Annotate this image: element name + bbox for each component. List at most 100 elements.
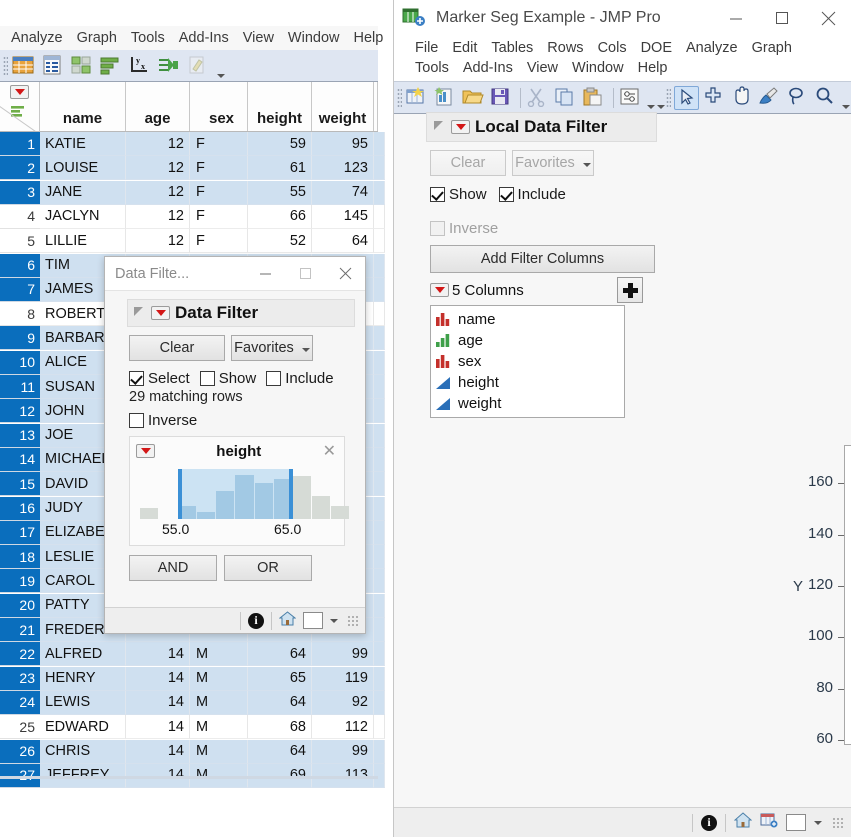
menu-item-help[interactable]: Help	[347, 28, 391, 48]
row-number[interactable]: 8	[0, 302, 40, 326]
paste-icon[interactable]	[581, 86, 606, 110]
column-info-icon[interactable]	[40, 54, 66, 78]
filter-column-item-sex[interactable]: sex	[436, 351, 619, 372]
cell-filler[interactable]	[374, 497, 385, 521]
new-data-table-icon[interactable]	[11, 54, 37, 78]
plot-frame[interactable]	[844, 445, 851, 745]
cell-filler[interactable]	[374, 594, 385, 618]
cell-weight[interactable]: 112	[312, 715, 374, 739]
row-number[interactable]: 13	[0, 424, 40, 448]
table-row[interactable]: 22ALFRED14M6499	[0, 642, 378, 666]
histogram-bar[interactable]	[140, 508, 158, 519]
menu-item-view[interactable]: View	[236, 28, 281, 48]
inverse-checkbox[interactable]	[129, 413, 144, 428]
cell-weight[interactable]: 92	[312, 691, 374, 715]
menu-item-addins[interactable]: Add-Ins	[172, 28, 236, 48]
table-row[interactable]: 26CHRIS14M6499	[0, 740, 378, 764]
histogram-selected-range[interactable]	[178, 469, 293, 519]
table-row[interactable]: 1KATIE12F5995	[0, 132, 378, 156]
data-filter-titlebar[interactable]: Data Filte...	[105, 257, 365, 291]
menu-item-window[interactable]: Window	[565, 58, 631, 78]
row-number[interactable]: 3	[0, 181, 40, 205]
menu-item-addins[interactable]: Add-Ins	[456, 58, 520, 78]
fit-model-icon[interactable]	[156, 54, 182, 78]
table-corner-header[interactable]	[0, 82, 40, 132]
cell-age[interactable]: 14	[126, 642, 190, 666]
cell-filler[interactable]	[374, 399, 385, 423]
chevron-down-icon[interactable]	[814, 821, 822, 825]
cell-age[interactable]: 14	[126, 715, 190, 739]
row-number[interactable]: 23	[0, 667, 40, 691]
color-swatch[interactable]	[303, 612, 323, 629]
row-number[interactable]: 24	[0, 691, 40, 715]
cell-filler[interactable]	[374, 302, 385, 326]
maximize-icon[interactable]	[285, 258, 325, 290]
filter-columns-list[interactable]: nameagesexheightweight	[430, 305, 625, 418]
row-number[interactable]: 19	[0, 569, 40, 593]
menu-item-tools[interactable]: Tools	[408, 58, 456, 78]
add-filter-columns-button[interactable]: Add Filter Columns	[430, 245, 655, 273]
filter-column-item-name[interactable]: name	[436, 309, 619, 330]
magnifier-tool-icon[interactable]	[813, 86, 838, 110]
row-number[interactable]: 12	[0, 399, 40, 423]
menu-item-analyze[interactable]: Analyze	[679, 38, 745, 58]
cell-sex[interactable]: M	[190, 691, 248, 715]
cell-name[interactable]: JACLYN	[40, 205, 126, 229]
row-number[interactable]: 6	[0, 254, 40, 278]
copy-icon[interactable]	[553, 86, 578, 110]
toolbar-grip[interactable]	[3, 56, 8, 76]
menu-item-graph[interactable]: Graph	[70, 28, 124, 48]
data-filter-red-triangle-menu[interactable]	[151, 306, 170, 320]
row-number[interactable]: 16	[0, 497, 40, 521]
toolbar-overflow-icon[interactable]	[841, 87, 851, 109]
cell-name[interactable]: HENRY	[40, 667, 126, 691]
disclosure-triangle-icon[interactable]	[134, 307, 146, 319]
clear-button[interactable]: Clear	[430, 150, 506, 176]
favorites-button[interactable]: Favorites	[231, 335, 313, 361]
column-header-weight[interactable]: weight	[312, 82, 374, 131]
close-icon[interactable]	[805, 0, 851, 36]
cell-weight[interactable]: 123	[312, 156, 374, 180]
cell-age[interactable]: 12	[126, 156, 190, 180]
menu-item-file[interactable]: File	[408, 38, 445, 58]
row-number[interactable]: 15	[0, 472, 40, 496]
include-checkbox[interactable]	[499, 187, 514, 202]
and-button[interactable]: AND	[129, 555, 217, 581]
cut-icon[interactable]	[525, 86, 550, 110]
cell-sex[interactable]: M	[190, 667, 248, 691]
cell-filler[interactable]	[374, 424, 385, 448]
local-data-filter-red-triangle-menu[interactable]	[451, 120, 470, 134]
row-number[interactable]: 18	[0, 545, 40, 569]
cell-height[interactable]: 61	[248, 156, 312, 180]
row-number[interactable]: 7	[0, 278, 40, 302]
cell-weight[interactable]: 74	[312, 181, 374, 205]
cell-sex[interactable]: M	[190, 642, 248, 666]
home-icon[interactable]	[734, 812, 752, 833]
cell-sex[interactable]: F	[190, 229, 248, 253]
show-checkbox[interactable]	[430, 187, 445, 202]
menu-item-tools[interactable]: Tools	[124, 28, 172, 48]
row-number[interactable]: 25	[0, 715, 40, 739]
new-data-table-icon[interactable]	[405, 86, 430, 110]
histogram-red-triangle-menu[interactable]	[136, 444, 155, 458]
histogram-bar[interactable]	[312, 496, 330, 519]
or-button[interactable]: OR	[224, 555, 312, 581]
histogram-bar[interactable]	[331, 506, 349, 519]
toolbar-grip[interactable]	[397, 88, 402, 108]
disclosure-triangle-icon[interactable]	[434, 121, 446, 133]
row-number[interactable]: 4	[0, 205, 40, 229]
cell-height[interactable]: 59	[248, 132, 312, 156]
minimize-icon[interactable]	[713, 0, 759, 36]
chevron-down-icon[interactable]	[330, 619, 338, 623]
cell-sex[interactable]: F	[190, 132, 248, 156]
include-checkbox[interactable]	[266, 371, 281, 386]
cell-age[interactable]: 14	[126, 667, 190, 691]
minimize-icon[interactable]	[245, 258, 285, 290]
crosshair-tool-icon[interactable]	[702, 86, 727, 110]
lasso-tool-icon[interactable]	[785, 86, 810, 110]
cell-height[interactable]: 64	[248, 642, 312, 666]
cell-filler[interactable]	[374, 326, 385, 350]
home-icon[interactable]	[279, 611, 296, 631]
menu-item-doe[interactable]: DOE	[634, 38, 679, 58]
menu-item-help[interactable]: Help	[631, 58, 675, 78]
